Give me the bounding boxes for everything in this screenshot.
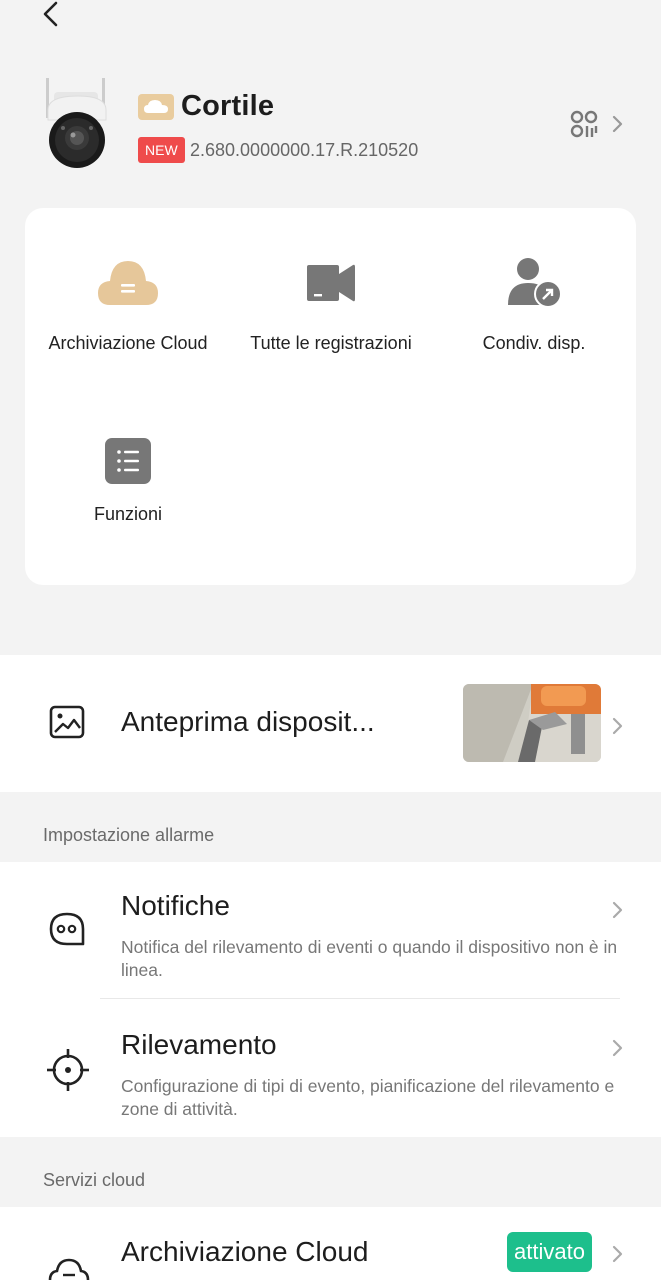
section-header-alarm: Impostazione allarme xyxy=(43,825,215,845)
qr-code-icon xyxy=(570,110,598,138)
section-header-cloud: Servizi cloud xyxy=(43,1170,146,1190)
cloud-storage-title: Archiviazione Cloud xyxy=(121,1236,369,1267)
chat-face-icon xyxy=(48,911,88,954)
back-button[interactable] xyxy=(36,0,68,30)
feature-label: Archiviazione Cloud xyxy=(48,333,208,353)
feature-label: Funzioni xyxy=(93,504,163,524)
chevron-left-icon xyxy=(43,1,58,27)
share-user-icon xyxy=(508,258,562,308)
list-icon xyxy=(105,438,151,484)
cloud-badge-icon xyxy=(138,94,174,120)
cloud-icon xyxy=(98,261,158,305)
detection-title: Rilevamento xyxy=(121,1029,277,1060)
image-icon xyxy=(49,705,85,744)
chevron-right-icon xyxy=(611,900,625,920)
detection-subtitle: Configurazione di tipi di evento, pianif… xyxy=(121,1076,615,1119)
device-name: Cortile xyxy=(181,90,275,122)
chevron-right-icon xyxy=(611,716,625,736)
notifications-title: Notifiche xyxy=(121,890,230,921)
cloud-outline-icon xyxy=(48,1258,90,1280)
new-firmware-badge[interactable]: NEW xyxy=(138,137,185,163)
feature-share-device[interactable]: Condiv. disp. xyxy=(432,257,636,354)
preview-label: Anteprima disposit... xyxy=(121,706,375,737)
feature-all-recordings[interactable]: Tutte le registrazioni xyxy=(229,257,433,354)
chevron-right-icon xyxy=(612,115,623,133)
feature-label: Tutte le registrazioni xyxy=(250,333,412,353)
chevron-right-icon xyxy=(611,1244,625,1264)
feature-functions[interactable]: Funzioni xyxy=(26,438,230,525)
feature-label: Condiv. disp. xyxy=(482,333,586,353)
status-badge: attivato xyxy=(507,1232,592,1272)
crosshair-icon xyxy=(46,1048,90,1097)
device-preview-image[interactable] xyxy=(463,684,601,762)
video-icon xyxy=(307,264,355,302)
chevron-right-icon xyxy=(611,1038,625,1058)
qr-code-button[interactable] xyxy=(568,108,630,144)
device-thumbnail xyxy=(40,78,116,172)
firmware-version: 2.680.0000000.17.R.210520 xyxy=(190,140,419,160)
notifications-subtitle: Notifica del rilevamento di eventi o qua… xyxy=(121,937,618,980)
feature-cloud-storage[interactable]: Archiviazione Cloud xyxy=(26,257,230,354)
